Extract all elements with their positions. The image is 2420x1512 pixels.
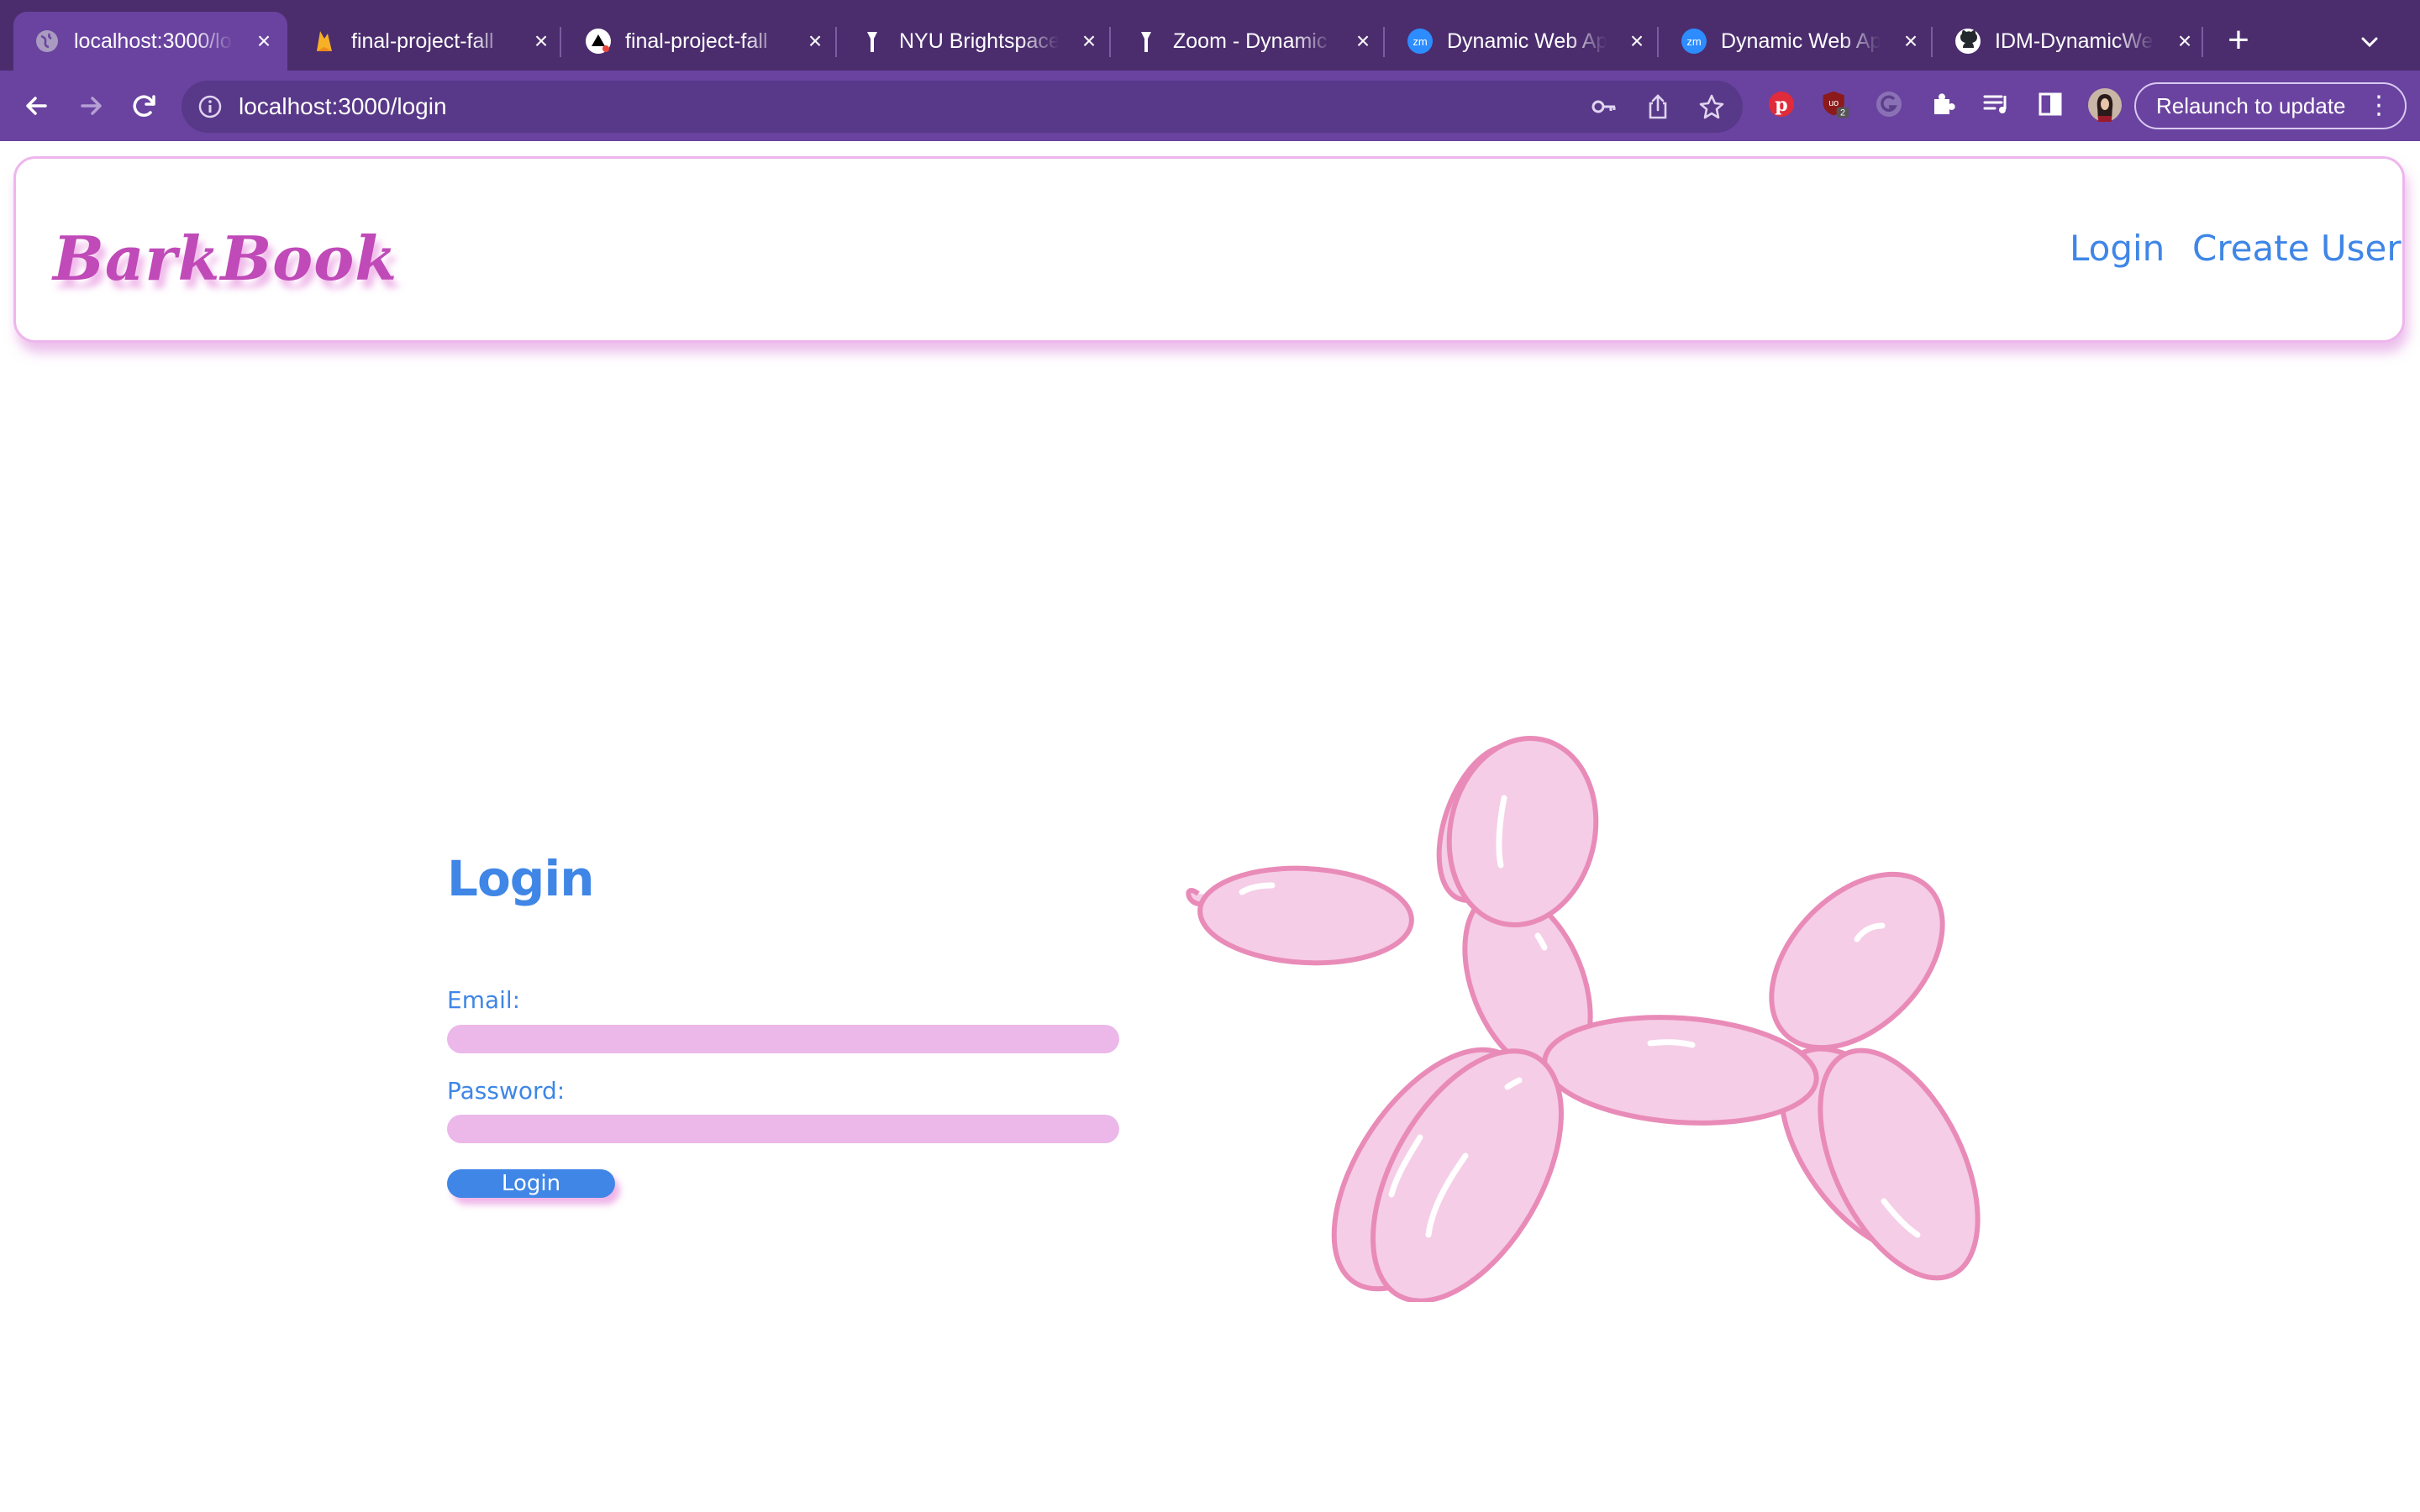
back-button[interactable] — [18, 87, 55, 124]
nav-create-user-link[interactable]: Create User — [2192, 228, 2402, 269]
tab-github[interactable]: IDM-DynamicWe × — [1934, 12, 2208, 71]
reload-icon — [133, 95, 155, 117]
key-icon[interactable] — [1590, 92, 1618, 121]
pinterest-icon[interactable]: p — [1766, 89, 1797, 119]
login-button[interactable]: Login — [447, 1169, 615, 1198]
arrow-left-icon — [26, 97, 47, 115]
tab-title: Dynamic Web Ap — [1721, 29, 1881, 53]
tab-separator — [835, 27, 837, 57]
relaunch-label: Relaunch to update — [2156, 93, 2346, 118]
svg-text:zm: zm — [1686, 35, 1701, 48]
tab-title: IDM-DynamicWe — [1995, 29, 2154, 53]
close-icon[interactable]: × — [1899, 29, 1923, 53]
close-icon[interactable]: × — [1351, 29, 1375, 53]
zoom-icon: zm — [1407, 28, 1434, 55]
svg-text:p: p — [1775, 94, 1787, 116]
balloon-dog-illustration — [1186, 735, 1981, 1302]
github-icon — [1954, 28, 1981, 55]
close-icon[interactable]: × — [1625, 29, 1649, 53]
tab-firebase[interactable]: final-project-fall × — [291, 12, 565, 71]
tab-nyu-brightspace[interactable]: NYU Brightspace × — [839, 12, 1113, 71]
zoom-icon: zm — [1681, 28, 1707, 55]
tab-separator — [1931, 27, 1933, 57]
forward-button[interactable] — [72, 87, 109, 124]
tab-title: localhost:3000/login — [74, 29, 234, 53]
page-title: Login — [447, 850, 594, 907]
browser-tabstrip: localhost:3000/login × final-project-fal… — [0, 0, 2420, 71]
svg-text:zm: zm — [1413, 35, 1427, 48]
tab-title: Zoom - Dynamic — [1173, 29, 1328, 53]
close-icon[interactable]: × — [1077, 29, 1101, 53]
site-header: BarkBook Login Create User — [13, 156, 2405, 343]
bookmark-star-icon[interactable] — [1697, 92, 1726, 121]
url-text: localhost:3000/login — [239, 93, 447, 119]
ublock-origin-icon[interactable]: uo2 — [1820, 89, 1850, 119]
tab-separator — [1383, 27, 1385, 57]
tab-separator — [1657, 27, 1659, 57]
browser-toolbar: localhost:3000/login p uo 2 — [0, 71, 2420, 141]
tab-search-button[interactable] — [2353, 25, 2386, 59]
tab-title: final-project-fall — [625, 29, 768, 53]
tab-separator — [560, 27, 561, 57]
new-tab-button[interactable]: + — [2222, 22, 2255, 59]
password-label: Password: — [447, 1077, 566, 1105]
tab-dynamic-web-apps-1[interactable]: zm Dynamic Web Ap × — [1386, 12, 1660, 71]
side-panel-icon[interactable] — [2035, 89, 2065, 119]
password-field[interactable] — [447, 1115, 1119, 1143]
share-icon[interactable] — [1644, 92, 1672, 121]
tab-separator — [1109, 27, 1111, 57]
svg-text:uo: uo — [1828, 98, 1839, 108]
tab-zoom-dynamic[interactable]: Zoom - Dynamic × — [1113, 12, 1386, 71]
relaunch-to-update-button[interactable]: Relaunch to update ⋮ — [2134, 82, 2407, 129]
puzzle-extensions-icon[interactable] — [1928, 89, 1958, 119]
vercel-icon — [585, 28, 612, 55]
email-label: Email: — [447, 986, 521, 1014]
torch-icon — [1133, 28, 1160, 55]
site-info-icon[interactable] — [197, 93, 224, 120]
reload-button[interactable] — [126, 87, 163, 124]
tab-localhost-login[interactable]: localhost:3000/login × — [13, 12, 287, 71]
svg-text:2: 2 — [1840, 108, 1845, 118]
tab-separator — [2202, 27, 2203, 57]
close-icon[interactable]: × — [529, 29, 553, 53]
site-logo[interactable]: BarkBook — [53, 223, 397, 294]
tab-title: Dynamic Web Ap — [1447, 29, 1607, 53]
address-bar[interactable]: localhost:3000/login — [182, 81, 1743, 133]
close-icon[interactable]: × — [252, 29, 276, 53]
tab-dynamic-web-apps-2[interactable]: zm Dynamic Web Ap × — [1660, 12, 1934, 71]
globe-icon — [34, 28, 60, 55]
grammarly-icon[interactable] — [1874, 89, 1904, 119]
arrow-right-icon — [81, 97, 102, 115]
firebase-icon — [311, 28, 338, 55]
chevron-down-icon — [2361, 37, 2378, 48]
tab-vercel[interactable]: final-project-fall × — [565, 12, 839, 71]
email-field[interactable] — [447, 1025, 1119, 1053]
close-icon[interactable]: × — [803, 29, 827, 53]
profile-avatar-icon[interactable] — [2087, 87, 2123, 123]
torch-icon — [859, 28, 886, 55]
media-controls-icon[interactable] — [1981, 89, 2012, 119]
tab-title: NYU Brightspace — [899, 29, 1059, 53]
tab-title: final-project-fall — [351, 29, 494, 53]
close-icon[interactable]: × — [2173, 29, 2196, 53]
more-options-icon: ⋮ — [2366, 92, 2391, 119]
nav-login-link[interactable]: Login — [2070, 228, 2165, 269]
